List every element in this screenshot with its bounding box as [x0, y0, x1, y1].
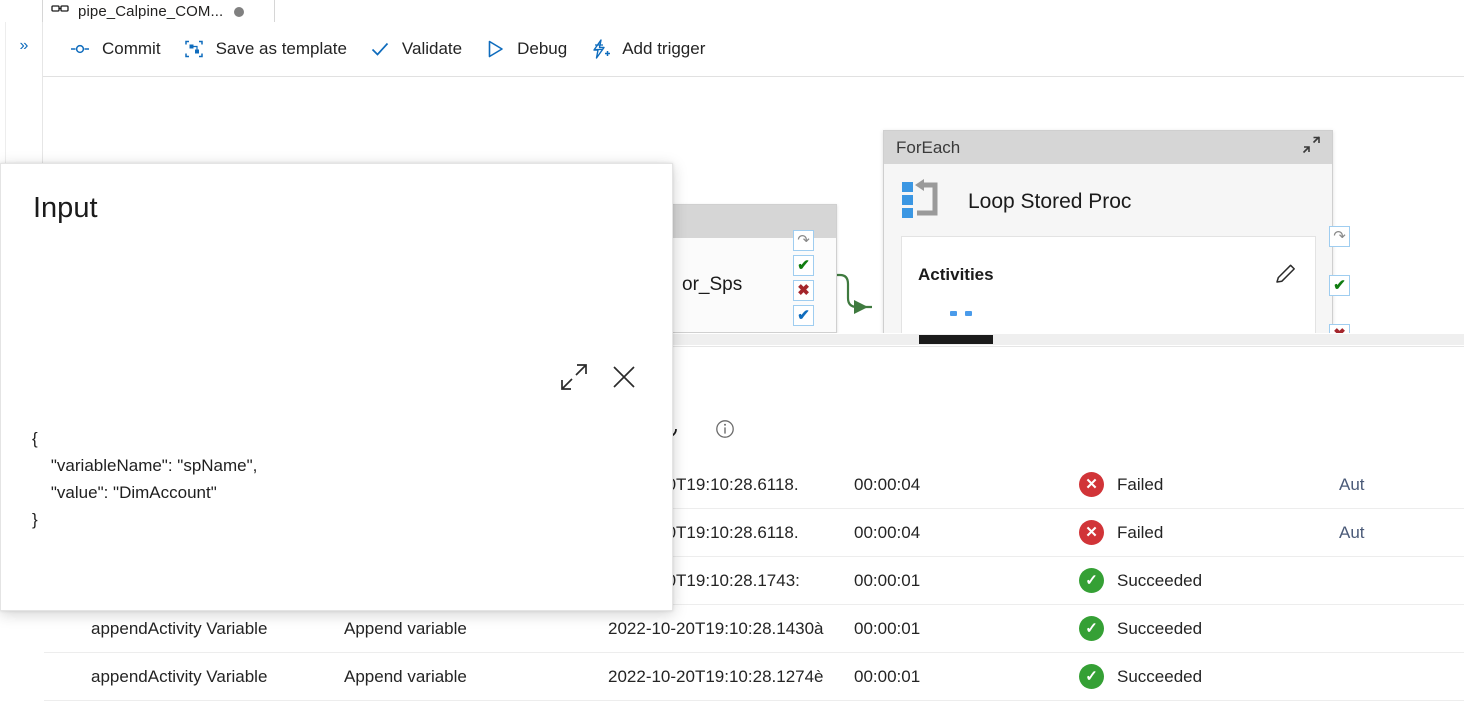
status-failed-icon: ✕	[1079, 520, 1104, 545]
pencil-edit-icon[interactable]	[1273, 261, 1299, 292]
validate-label: Validate	[401, 39, 463, 58]
tab-label: pipe_Calpine_COM...	[78, 3, 224, 20]
validate-button[interactable]: Validate	[361, 32, 476, 66]
foreach-loop-icon	[900, 178, 946, 225]
activity-node-handles: ↷ ✔ ✖ ✔	[793, 230, 814, 330]
tab-pipeline[interactable]: pipe_Calpine_COM...	[42, 0, 275, 22]
cell-status: ✕ Failed	[1079, 472, 1339, 497]
cell-duration: 00:00:01	[854, 666, 921, 686]
status-label: Failed	[1117, 474, 1164, 494]
completion-handle[interactable]: ✔	[793, 305, 814, 326]
cell-integration-runtime[interactable]: Aut	[1339, 475, 1459, 495]
failure-handle[interactable]: ✖	[1329, 324, 1350, 333]
cell-run-start: 2022-10-20T19:10:28.1430à	[608, 618, 824, 638]
unsaved-dot	[234, 7, 245, 17]
tab-strip: pipe_Calpine_COM...	[0, 0, 1464, 22]
cell-status: ✕ Failed	[1079, 520, 1339, 545]
lightning-plus-icon	[589, 38, 611, 60]
input-flyout-panel: Input { "variableName": "spName", "value…	[0, 163, 673, 611]
foreach-activity-row[interactable]: Loop Stored Proc	[884, 164, 1332, 225]
collapse-diagonal-icon[interactable]	[1300, 134, 1322, 161]
scrollbar-thumb[interactable]	[919, 335, 993, 344]
activity-node-title: or_Sps	[682, 274, 743, 295]
table-row[interactable]: appendActivity Variable Append variable …	[44, 605, 1464, 653]
command-bar: Commit Save as template Validate Debug A…	[43, 22, 1464, 77]
foreach-header: ForEach	[884, 131, 1332, 164]
cell-run-start: 2022-10-20T19:10:28.1274è	[608, 666, 824, 686]
foreach-container[interactable]: ForEach Loop Stored Proc Activities	[883, 130, 1333, 333]
debug-label: Debug	[517, 39, 568, 58]
flyout-title: Input	[33, 192, 98, 224]
mini-square-a	[950, 311, 957, 316]
mini-square-b	[965, 311, 972, 316]
cell-status: ✓ Succeeded	[1079, 568, 1339, 593]
pipeline-icon	[51, 3, 71, 19]
success-handle[interactable]: ✔	[793, 255, 814, 276]
retry-handle[interactable]: ↷	[1329, 226, 1350, 247]
add-trigger-button[interactable]: Add trigger	[581, 32, 719, 66]
cell-integration-runtime[interactable]: Aut	[1339, 523, 1459, 543]
cell-status: ✓ Succeeded	[1079, 616, 1339, 641]
foreach-title: ForEach	[896, 137, 961, 157]
debug-button[interactable]: Debug	[476, 32, 581, 66]
cell-activity-type: Append variable	[344, 618, 467, 638]
cell-duration: 00:00:01	[854, 618, 921, 638]
close-x-icon[interactable]	[607, 360, 641, 394]
save-as-template-label: Save as template	[215, 39, 347, 58]
status-succeeded-icon: ✓	[1079, 568, 1104, 593]
status-label: Failed	[1117, 522, 1164, 542]
commit-icon	[69, 38, 91, 60]
info-icon[interactable]	[712, 416, 738, 442]
status-label: Succeeded	[1117, 666, 1203, 686]
app-root: pipe_Calpine_COM... » Commit Save as tem…	[0, 0, 1464, 712]
cell-duration: 00:00:04	[854, 474, 921, 494]
foreach-handles: ↷ ✔ ✖	[1329, 226, 1350, 333]
cell-activity-name: appendActivity Variable	[91, 666, 268, 686]
cell-status: ✓ Succeeded	[1079, 664, 1339, 689]
failure-handle[interactable]: ✖	[793, 280, 814, 301]
expand-diagonal-icon[interactable]	[557, 360, 591, 394]
cell-activity-name: appendActivity Variable	[91, 618, 268, 638]
play-triangle-icon	[484, 38, 506, 60]
foreach-activity-name: Loop Stored Proc	[968, 189, 1132, 213]
retry-handle[interactable]: ↷	[793, 230, 814, 251]
cell-duration: 00:00:04	[854, 522, 921, 542]
status-label: Succeeded	[1117, 570, 1203, 590]
save-as-template-icon	[183, 38, 205, 60]
status-succeeded-icon: ✓	[1079, 616, 1104, 641]
commit-label: Commit	[102, 39, 161, 58]
cell-activity-type: Append variable	[344, 666, 467, 686]
add-trigger-label: Add trigger	[622, 39, 706, 58]
save-as-template-button[interactable]: Save as template	[175, 32, 361, 66]
status-succeeded-icon: ✓	[1079, 664, 1104, 689]
input-json-content: { "variableName": "spName", "value": "Di…	[32, 429, 258, 529]
foreach-activities-box[interactable]: Activities	[901, 236, 1316, 333]
inner-activity-placeholder	[950, 311, 972, 316]
commit-button[interactable]: Commit	[61, 32, 175, 66]
success-handle[interactable]: ✔	[1329, 275, 1350, 296]
checkmark-icon	[369, 38, 391, 60]
activities-label: Activities	[918, 265, 994, 284]
status-failed-icon: ✕	[1079, 472, 1104, 497]
table-row[interactable]: appendActivity Variable Append variable …	[44, 653, 1464, 701]
cell-duration: 00:00:01	[854, 570, 921, 590]
status-label: Succeeded	[1117, 618, 1203, 638]
